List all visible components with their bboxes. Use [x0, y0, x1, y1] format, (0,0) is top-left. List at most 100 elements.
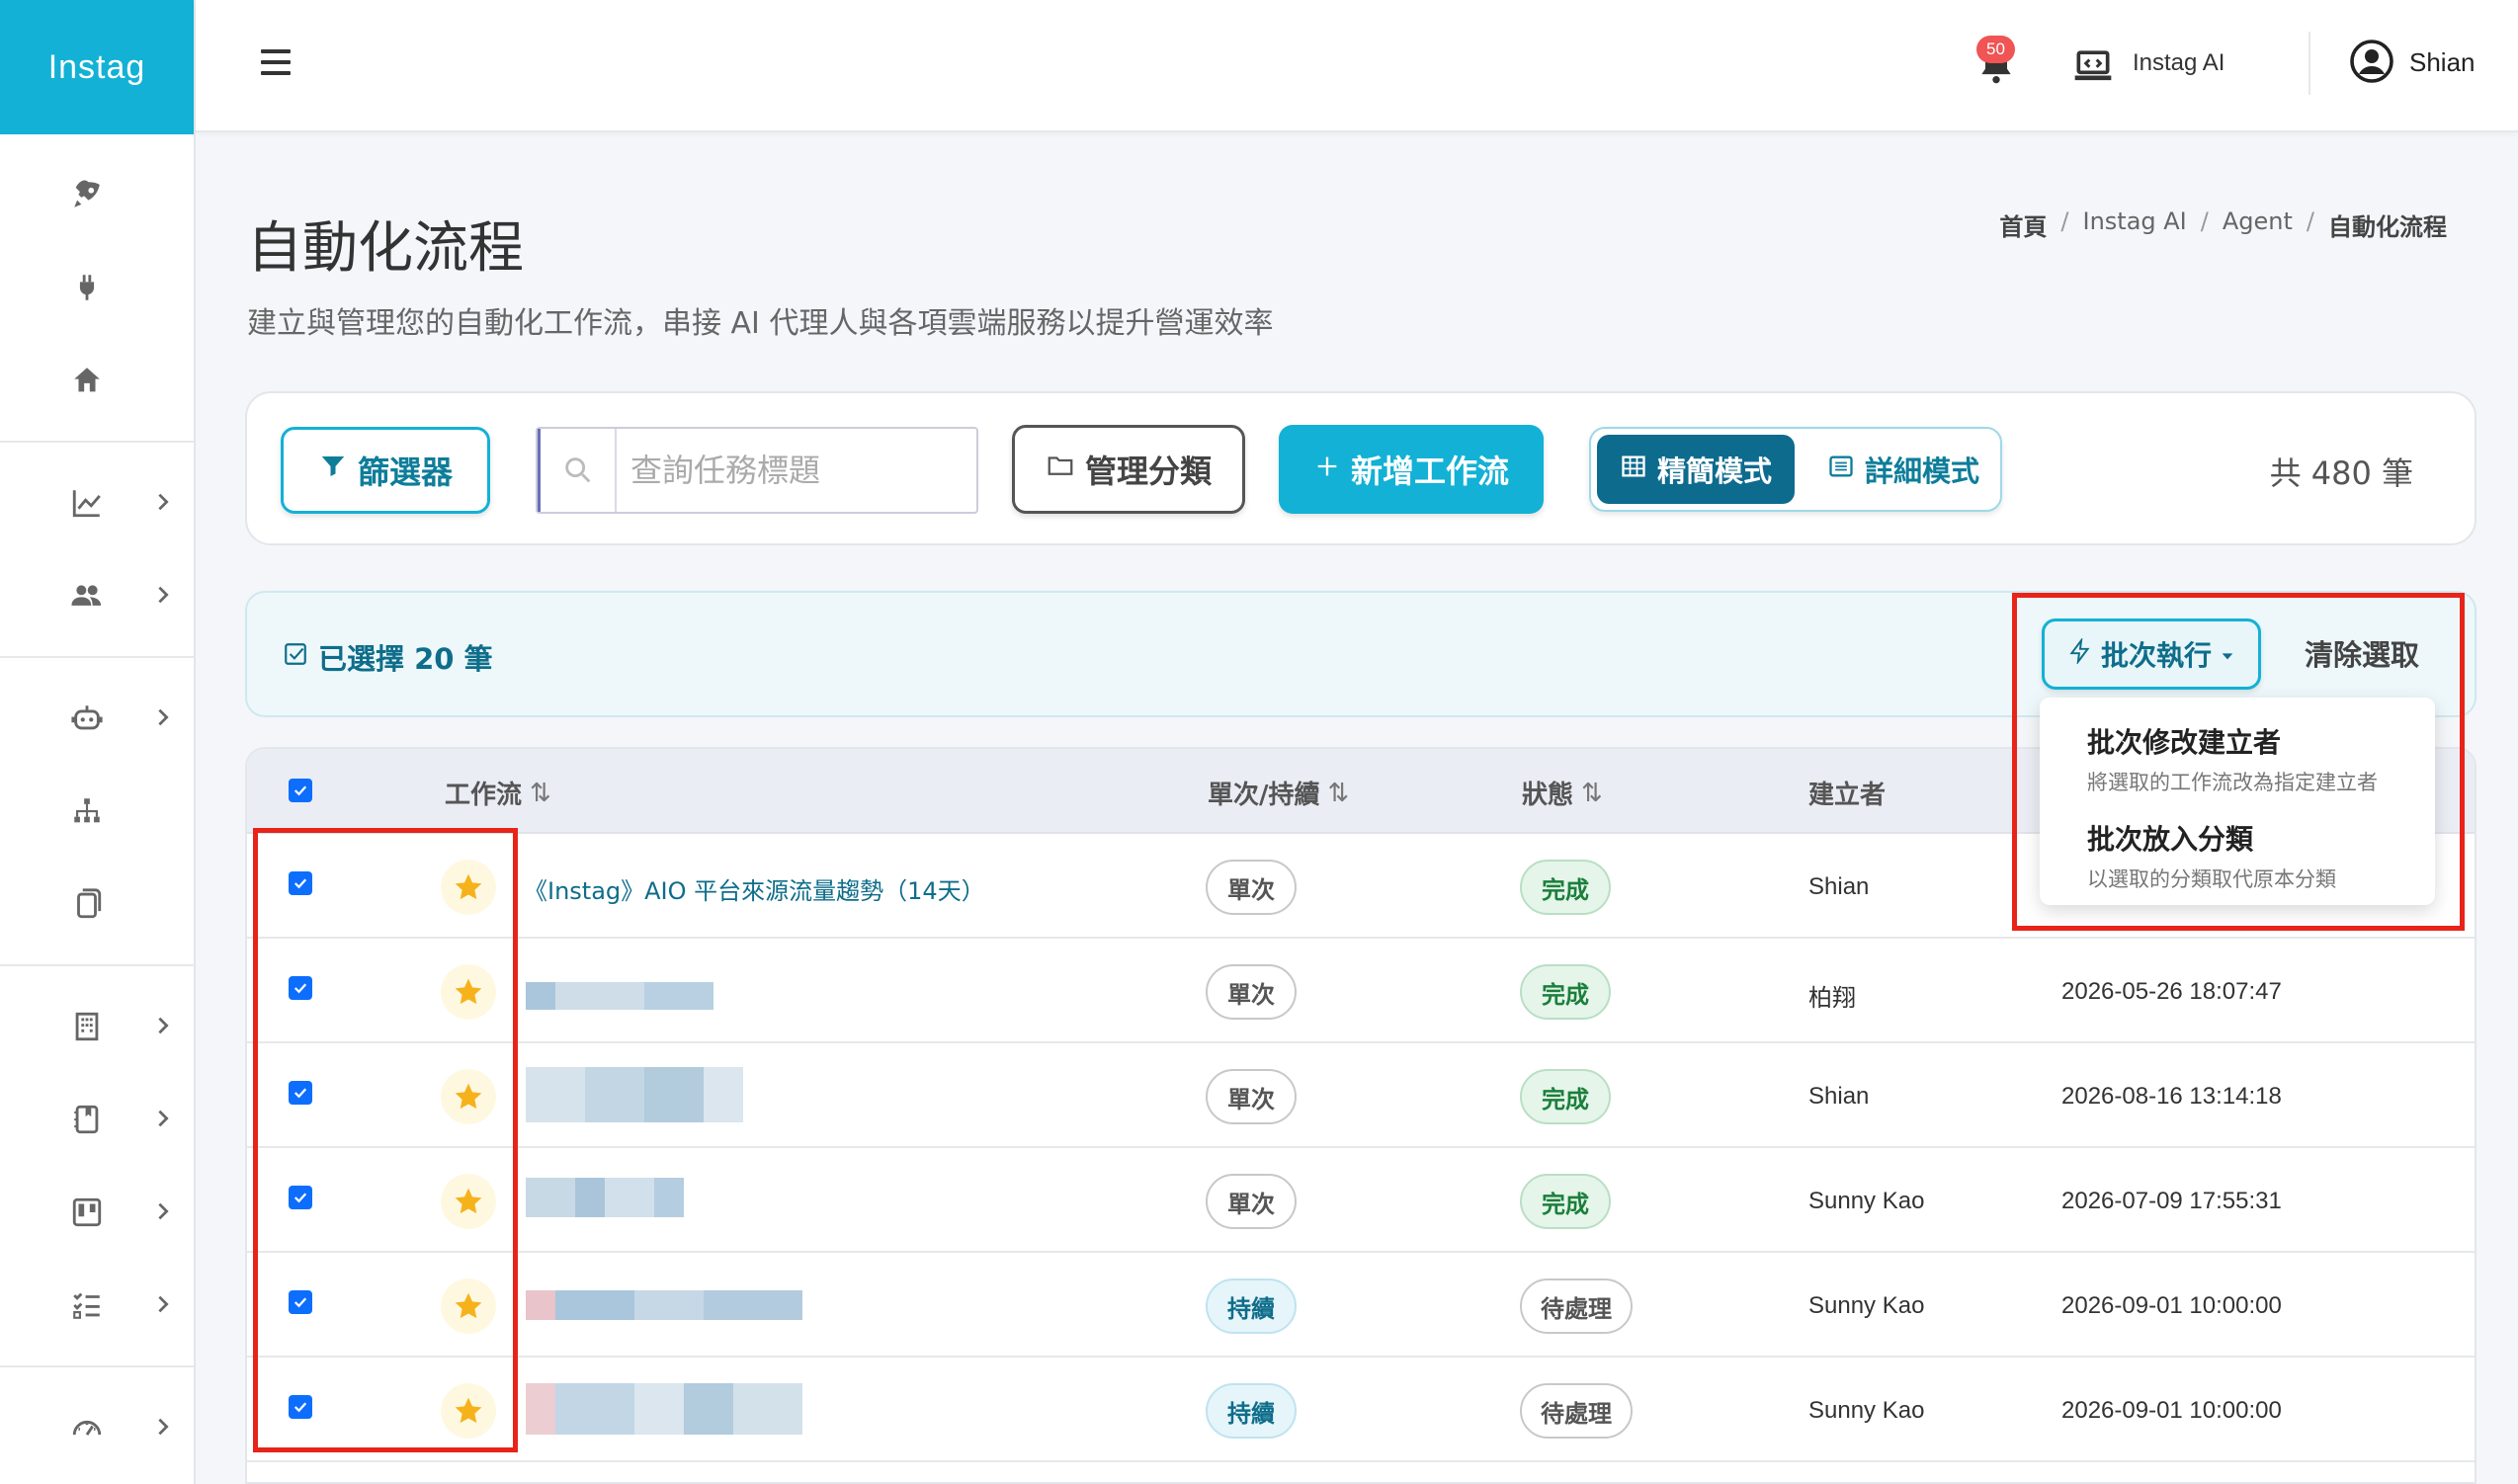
notification-badge: 50 [1976, 36, 2015, 63]
search-box [536, 427, 978, 514]
redacted-workflow-title[interactable] [526, 1178, 684, 1217]
laptop-code-icon[interactable] [2071, 43, 2115, 87]
rocket-icon [67, 175, 107, 214]
breadcrumb-instag-ai[interactable]: Instag AI [2082, 207, 2186, 242]
type-badge: 持續 [1206, 1383, 1297, 1439]
sidebar-item-rocket[interactable] [0, 148, 194, 241]
table-row[interactable]: 持續 待處理 Sunny Kao 2026-09-01 10:00:00 [247, 1253, 2475, 1358]
chevron-right-icon [152, 580, 174, 613]
sidebar-item-plug[interactable] [0, 241, 194, 334]
redacted-workflow-title[interactable] [526, 982, 713, 1010]
table-row[interactable]: 持續 待處理 Sunny Kao 2026-09-01 10:00:00 [247, 1358, 2475, 1462]
sidebar-item-checklist[interactable] [0, 1259, 194, 1352]
chevron-right-icon [152, 1104, 174, 1136]
folder-icon [1046, 451, 1075, 488]
chevron-right-icon [152, 1011, 174, 1043]
creator-name: Sunny Kao [1808, 1397, 1925, 1424]
user-name[interactable]: Shian [2409, 47, 2476, 78]
filter-button[interactable]: 篩選器 [281, 427, 490, 514]
manage-category-label: 管理分類 [1084, 453, 1212, 490]
view-mode-toggle: 精簡模式 詳細模式 [1589, 427, 2002, 512]
sidebar-item-users[interactable] [0, 549, 194, 642]
page-title: 自動化流程 [247, 216, 524, 281]
breadcrumb-agent[interactable]: Agent [2223, 207, 2293, 242]
sidebar-item-sitemap[interactable] [0, 765, 194, 858]
sidebar-item-home[interactable] [0, 334, 194, 427]
chart-line-icon [67, 483, 107, 523]
column-header-workflow[interactable]: 工作流 ⇅ [445, 775, 551, 811]
building-icon [67, 1007, 107, 1046]
sidebar-item-columns[interactable] [0, 1166, 194, 1259]
workflow-link[interactable]: 《Instag》AIO 平台來源流量趨勢（14天） [524, 871, 985, 906]
column-header-type[interactable]: 單次/持續 ⇅ [1208, 775, 1349, 811]
breadcrumb-home[interactable]: 首頁 [1999, 207, 2047, 242]
detail-mode-label: 詳細模式 [1864, 454, 1979, 488]
table-row[interactable]: 單次 完成 Shian 2026-08-16 13:14:18 [247, 1043, 2475, 1148]
creator-name: Sunny Kao [1808, 1292, 1925, 1319]
redacted-workflow-title[interactable] [526, 1290, 802, 1320]
sidebar-item-copy[interactable] [0, 858, 194, 950]
status-badge: 完成 [1520, 1174, 1611, 1229]
users-icon [67, 576, 107, 616]
type-badge: 單次 [1206, 964, 1297, 1020]
book-icon [67, 1100, 107, 1139]
highlight-box-selected-rows [253, 828, 518, 1452]
breadcrumb-separator: / [2200, 207, 2209, 235]
creator-name: Sunny Kao [1808, 1188, 1925, 1214]
sort-icon: ⇅ [1327, 778, 1350, 808]
brand-logo[interactable]: Instag [0, 0, 194, 134]
plus-icon [1313, 451, 1341, 488]
home-icon [67, 361, 107, 400]
sidebar-group-3 [0, 658, 194, 966]
sidebar-group-4 [0, 966, 194, 1367]
redacted-workflow-title[interactable] [526, 1067, 743, 1122]
gauge-icon [67, 1408, 107, 1447]
select-all-checkbox[interactable] [289, 779, 312, 802]
sort-icon: ⇅ [530, 778, 551, 808]
creator-name: Shian [1808, 1083, 1870, 1110]
detail-mode-button[interactable]: 詳細模式 [1810, 435, 1996, 504]
redacted-workflow-title[interactable] [526, 1383, 802, 1435]
chevron-right-icon [152, 1289, 174, 1322]
created-date: 2026-08-16 13:14:18 [2061, 1083, 2282, 1110]
status-badge: 完成 [1520, 860, 1611, 915]
toolbar-card: 篩選器 管理分類 新增工作流 精簡模式 詳細模式 共 480 筆 [245, 391, 2476, 545]
search-input[interactable] [630, 443, 966, 498]
highlight-box-batch-menu [2012, 593, 2465, 931]
sidebar-item-robot[interactable] [0, 672, 194, 765]
topbar-divider [2308, 32, 2310, 95]
chevron-right-icon [152, 1196, 174, 1229]
sidebar-item-analytics[interactable] [0, 456, 194, 549]
simple-mode-label: 精簡模式 [1656, 454, 1772, 488]
type-badge: 持續 [1206, 1278, 1297, 1334]
filter-icon [318, 452, 348, 489]
sidebar: Instag [0, 0, 196, 1484]
new-workflow-button[interactable]: 新增工作流 [1279, 425, 1544, 514]
top-bar: 50 Instag AI Shian [196, 0, 2518, 132]
user-avatar-icon[interactable] [2348, 38, 2395, 85]
column-header-status[interactable]: 狀態 ⇅ [1522, 775, 1603, 811]
sidebar-item-gauge[interactable] [0, 1381, 194, 1474]
filter-button-label: 篩選器 [357, 453, 453, 491]
hamburger-menu-icon[interactable] [261, 49, 291, 77]
type-badge: 單次 [1206, 1069, 1297, 1124]
status-badge: 完成 [1520, 1069, 1611, 1124]
plug-icon [67, 268, 107, 307]
creator-name: 柏翔 [1808, 985, 1856, 1012]
table-row[interactable]: 單次 完成 柏翔 2026-05-26 18:07:47 [247, 939, 2475, 1043]
column-label: 單次/持續 [1208, 781, 1320, 810]
table-row[interactable]: 單次 完成 Sunny Kao 2026-07-09 17:55:31 [247, 1148, 2475, 1253]
sidebar-item-book[interactable] [0, 1073, 194, 1166]
created-date: 2026-07-09 17:55:31 [2061, 1188, 2282, 1214]
chevron-right-icon [152, 487, 174, 520]
selected-count: 已選擇 20 筆 [283, 636, 493, 678]
sort-icon: ⇅ [1581, 778, 1603, 808]
columns-icon [67, 1193, 107, 1232]
sidebar-item-building[interactable] [0, 980, 194, 1073]
chevron-right-icon [152, 702, 174, 735]
list-detail-icon [1827, 453, 1855, 487]
created-date: 2026-05-26 18:07:47 [2061, 978, 2282, 1005]
instag-ai-link[interactable]: Instag AI [2133, 49, 2224, 77]
manage-category-button[interactable]: 管理分類 [1012, 425, 1245, 514]
simple-mode-button[interactable]: 精簡模式 [1597, 435, 1795, 504]
